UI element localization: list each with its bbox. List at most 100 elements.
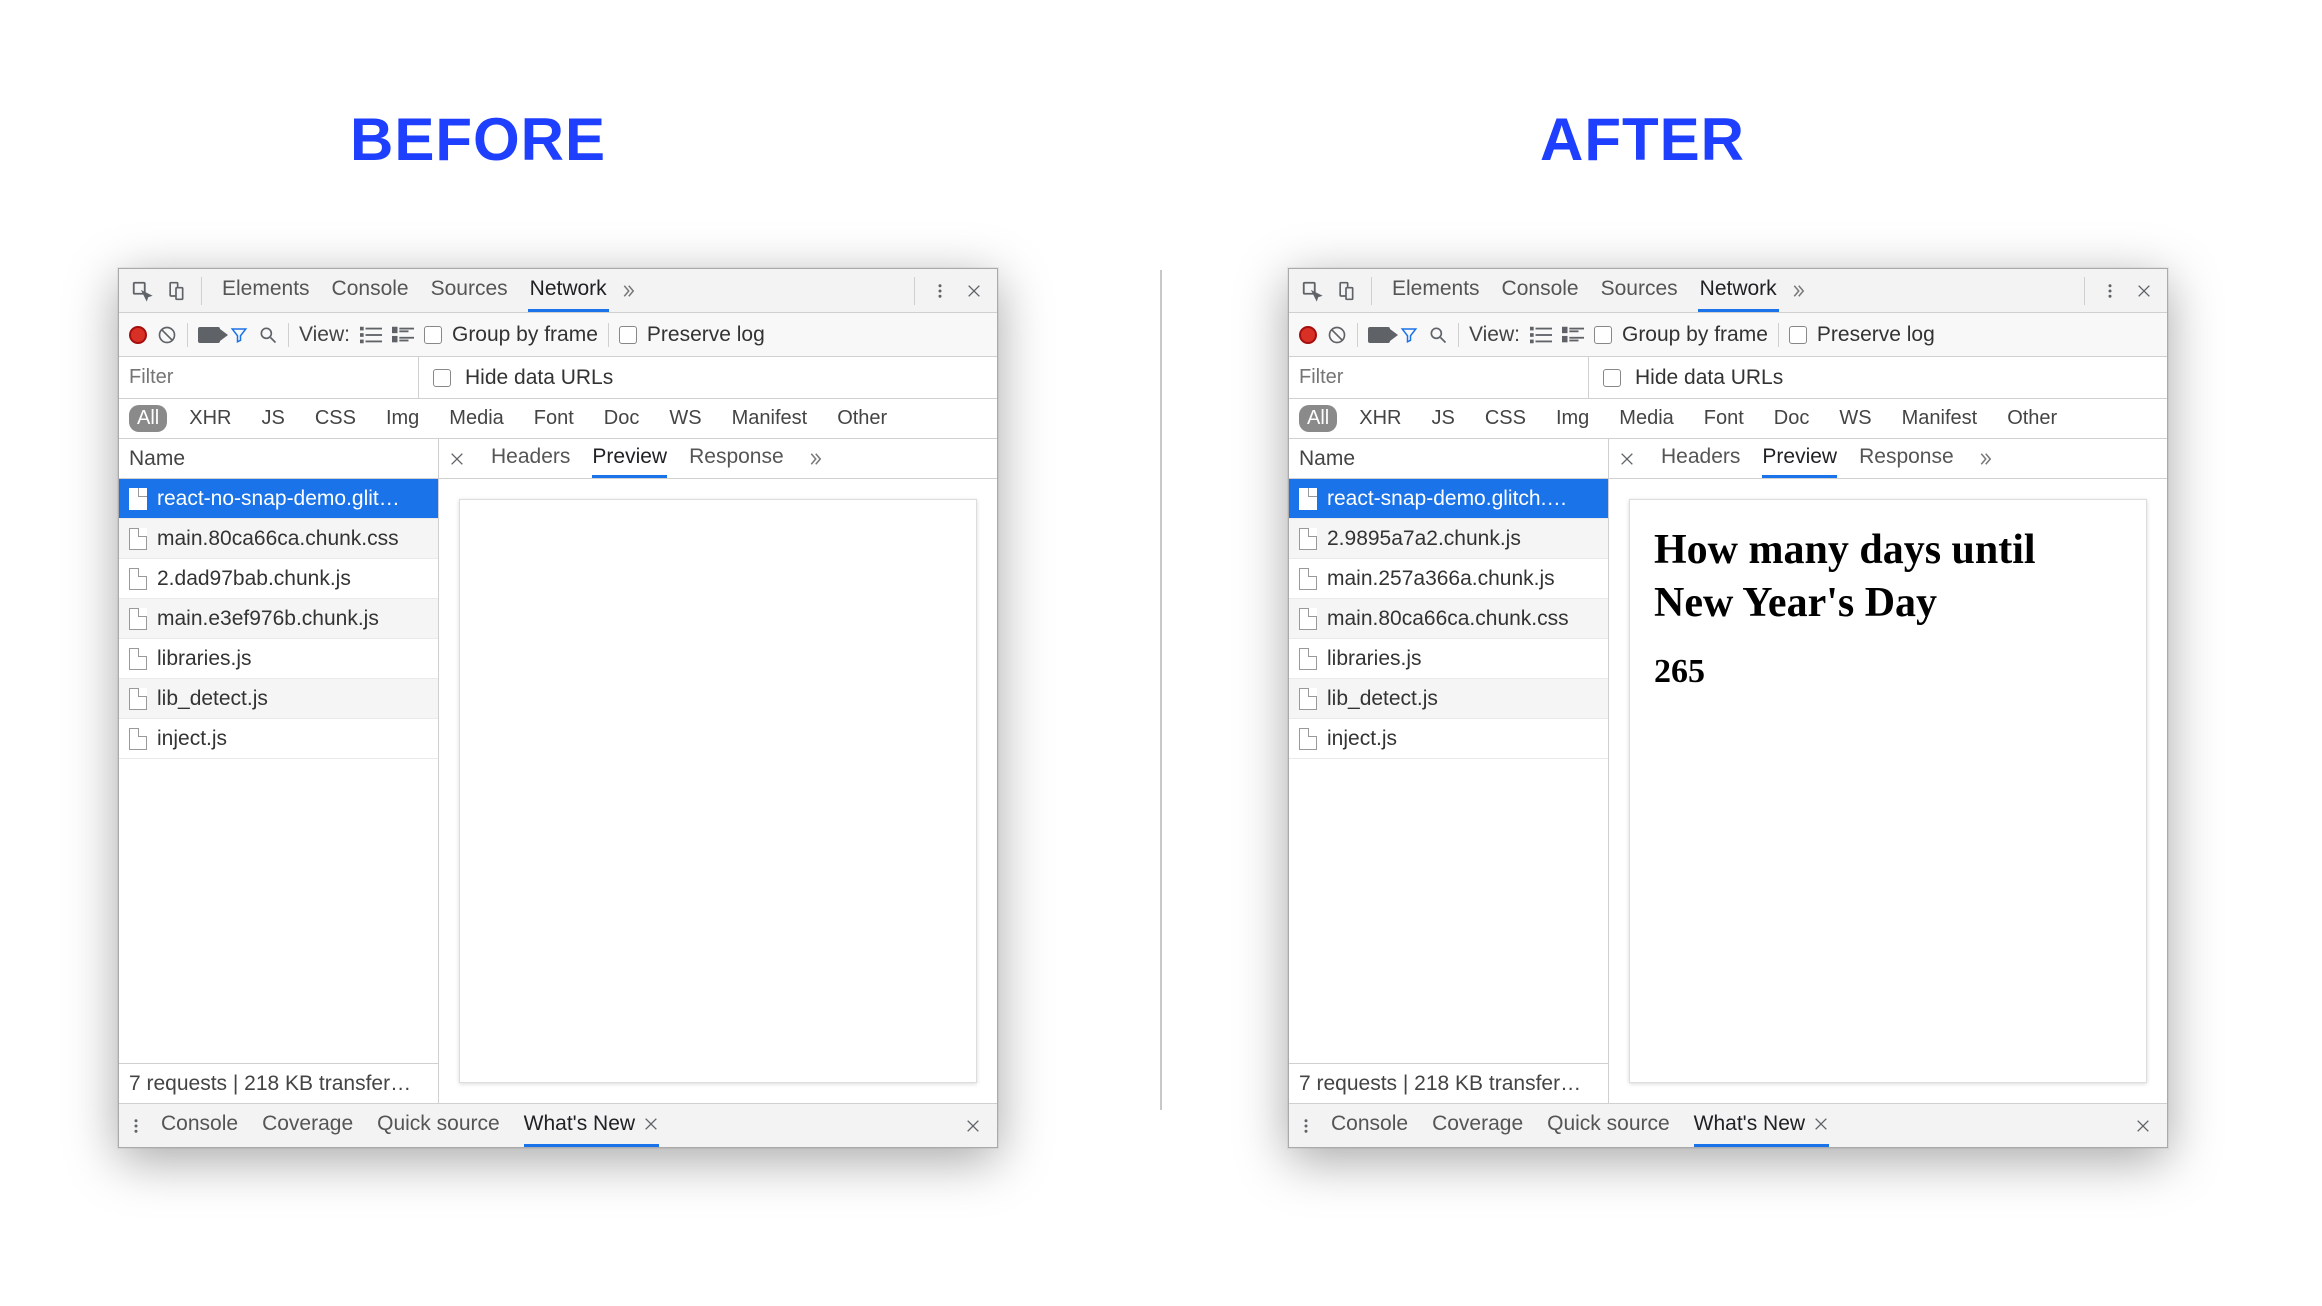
tab-console[interactable]: Console xyxy=(330,269,411,312)
request-row[interactable]: react-snap-demo.glitch.… xyxy=(1289,479,1608,519)
group-by-frame-checkbox[interactable]: Group by frame xyxy=(1594,323,1768,347)
filter-icon[interactable] xyxy=(230,326,248,344)
drawer-menu-icon[interactable] xyxy=(1297,1117,1327,1135)
detail-tab-response[interactable]: Response xyxy=(1859,439,1954,478)
close-tab-icon[interactable] xyxy=(1813,1116,1829,1132)
overflow-icon[interactable] xyxy=(613,276,643,306)
type-filter-media[interactable]: Media xyxy=(441,405,511,432)
type-filter-xhr[interactable]: XHR xyxy=(1351,405,1409,432)
preserve-log-checkbox[interactable]: Preserve log xyxy=(1789,323,1935,347)
search-icon[interactable] xyxy=(1428,325,1448,345)
type-filter-ws[interactable]: WS xyxy=(1831,405,1879,432)
list-view-icon[interactable] xyxy=(1530,326,1552,344)
type-filter-doc[interactable]: Doc xyxy=(1766,405,1818,432)
close-devtools-icon[interactable] xyxy=(959,276,989,306)
screenshot-icon[interactable] xyxy=(1368,327,1390,343)
type-filter-font[interactable]: Font xyxy=(1696,405,1752,432)
close-drawer-icon[interactable] xyxy=(2127,1118,2159,1134)
large-view-icon[interactable] xyxy=(1562,326,1584,344)
drawer-tab-console[interactable]: Console xyxy=(161,1104,238,1147)
type-filter-css[interactable]: CSS xyxy=(1477,405,1534,432)
hide-data-urls-checkbox[interactable]: Hide data URLs xyxy=(1589,366,1783,390)
tab-sources[interactable]: Sources xyxy=(429,269,510,312)
tab-network[interactable]: Network xyxy=(528,269,609,312)
drawer-tab-coverage[interactable]: Coverage xyxy=(1432,1104,1523,1147)
request-row[interactable]: libraries.js xyxy=(1289,639,1608,679)
type-filter-other[interactable]: Other xyxy=(1999,405,2065,432)
drawer-tab-console[interactable]: Console xyxy=(1331,1104,1408,1147)
drawer-tab-what-s-new[interactable]: What's New xyxy=(1694,1104,1829,1147)
type-filter-img[interactable]: Img xyxy=(378,405,427,432)
request-row[interactable]: lib_detect.js xyxy=(119,679,438,719)
large-view-icon[interactable] xyxy=(392,326,414,344)
inspect-icon[interactable] xyxy=(1297,276,1327,306)
clear-icon[interactable] xyxy=(157,325,177,345)
request-row[interactable]: inject.js xyxy=(1289,719,1608,759)
request-row[interactable]: lib_detect.js xyxy=(1289,679,1608,719)
detail-overflow-icon[interactable] xyxy=(806,450,824,468)
detail-overflow-icon[interactable] xyxy=(1976,450,1994,468)
type-filter-all[interactable]: All xyxy=(129,405,167,432)
detail-tab-headers[interactable]: Headers xyxy=(1661,439,1740,478)
tab-network[interactable]: Network xyxy=(1698,269,1779,312)
clear-icon[interactable] xyxy=(1327,325,1347,345)
request-row[interactable]: libraries.js xyxy=(119,639,438,679)
drawer-menu-icon[interactable] xyxy=(127,1117,157,1135)
type-filter-media[interactable]: Media xyxy=(1611,405,1681,432)
detail-tab-headers[interactable]: Headers xyxy=(491,439,570,478)
request-row[interactable]: inject.js xyxy=(119,719,438,759)
drawer-tab-coverage[interactable]: Coverage xyxy=(262,1104,353,1147)
tab-sources[interactable]: Sources xyxy=(1599,269,1680,312)
drawer-tab-quick-source[interactable]: Quick source xyxy=(1547,1104,1670,1147)
close-detail-icon[interactable] xyxy=(449,451,469,467)
close-drawer-icon[interactable] xyxy=(957,1118,989,1134)
tab-elements[interactable]: Elements xyxy=(220,269,312,312)
preserve-log-checkbox[interactable]: Preserve log xyxy=(619,323,765,347)
kebab-menu-icon[interactable] xyxy=(2095,276,2125,306)
request-row[interactable]: main.80ca66ca.chunk.css xyxy=(119,519,438,559)
detail-tab-response[interactable]: Response xyxy=(689,439,784,478)
tab-elements[interactable]: Elements xyxy=(1390,269,1482,312)
detail-tab-preview[interactable]: Preview xyxy=(1762,439,1837,478)
requests-header-name[interactable]: Name xyxy=(119,439,438,479)
device-toggle-icon[interactable] xyxy=(1331,276,1361,306)
request-row[interactable]: main.80ca66ca.chunk.css xyxy=(1289,599,1608,639)
type-filter-manifest[interactable]: Manifest xyxy=(1894,405,1986,432)
type-filter-all[interactable]: All xyxy=(1299,405,1337,432)
filter-input[interactable] xyxy=(1289,357,1589,398)
type-filter-font[interactable]: Font xyxy=(526,405,582,432)
requests-header-name[interactable]: Name xyxy=(1289,439,1608,479)
type-filter-js[interactable]: JS xyxy=(1423,405,1462,432)
record-button[interactable] xyxy=(129,326,147,344)
type-filter-doc[interactable]: Doc xyxy=(596,405,648,432)
request-row[interactable]: 2.9895a7a2.chunk.js xyxy=(1289,519,1608,559)
request-row[interactable]: 2.dad97bab.chunk.js xyxy=(119,559,438,599)
inspect-icon[interactable] xyxy=(127,276,157,306)
group-by-frame-checkbox[interactable]: Group by frame xyxy=(424,323,598,347)
record-button[interactable] xyxy=(1299,326,1317,344)
device-toggle-icon[interactable] xyxy=(161,276,191,306)
overflow-icon[interactable] xyxy=(1783,276,1813,306)
filter-icon[interactable] xyxy=(1400,326,1418,344)
screenshot-icon[interactable] xyxy=(198,327,220,343)
hide-data-urls-checkbox[interactable]: Hide data URLs xyxy=(419,366,613,390)
type-filter-css[interactable]: CSS xyxy=(307,405,364,432)
request-row[interactable]: main.257a366a.chunk.js xyxy=(1289,559,1608,599)
drawer-tab-what-s-new[interactable]: What's New xyxy=(524,1104,659,1147)
drawer-tab-quick-source[interactable]: Quick source xyxy=(377,1104,500,1147)
tab-console[interactable]: Console xyxy=(1500,269,1581,312)
filter-input[interactable] xyxy=(119,357,419,398)
close-detail-icon[interactable] xyxy=(1619,451,1639,467)
type-filter-other[interactable]: Other xyxy=(829,405,895,432)
type-filter-js[interactable]: JS xyxy=(253,405,292,432)
close-devtools-icon[interactable] xyxy=(2129,276,2159,306)
request-row[interactable]: react-no-snap-demo.glit… xyxy=(119,479,438,519)
type-filter-manifest[interactable]: Manifest xyxy=(724,405,816,432)
type-filter-ws[interactable]: WS xyxy=(661,405,709,432)
close-tab-icon[interactable] xyxy=(643,1116,659,1132)
kebab-menu-icon[interactable] xyxy=(925,276,955,306)
search-icon[interactable] xyxy=(258,325,278,345)
type-filter-xhr[interactable]: XHR xyxy=(181,405,239,432)
detail-tab-preview[interactable]: Preview xyxy=(592,439,667,478)
type-filter-img[interactable]: Img xyxy=(1548,405,1597,432)
